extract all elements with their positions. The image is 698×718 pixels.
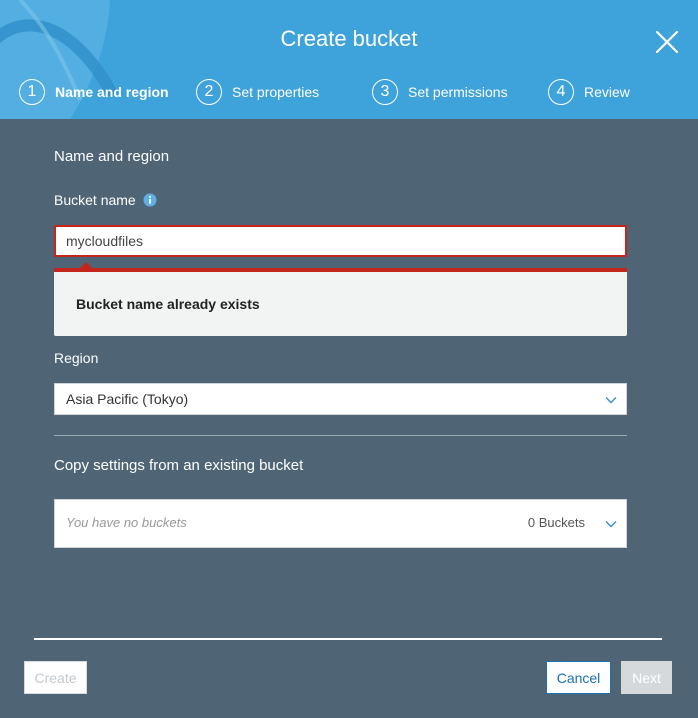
error-message: Bucket name already exists xyxy=(76,296,260,312)
region-value: Asia Pacific (Tokyo) xyxy=(66,391,189,407)
bucket-name-input[interactable] xyxy=(54,225,627,257)
wizard-steps: 1 Name and region 2 Set properties 3 Set… xyxy=(0,78,698,108)
step-label: Set properties xyxy=(232,84,320,100)
info-icon[interactable] xyxy=(143,193,157,207)
bucket-name-label-text: Bucket name xyxy=(54,192,136,208)
step-label: Name and region xyxy=(55,84,169,100)
step-number: 3 xyxy=(372,79,398,105)
dialog-header: Create bucket 1 Name and region 2 Set pr… xyxy=(0,0,698,119)
step-label: Set permissions xyxy=(408,84,508,100)
step-review[interactable]: 4 Review xyxy=(548,78,630,106)
step-set-permissions[interactable]: 3 Set permissions xyxy=(372,78,508,106)
step-set-properties[interactable]: 2 Set properties xyxy=(196,78,319,106)
create-button[interactable]: Create xyxy=(24,661,87,694)
step-name-and-region[interactable]: 1 Name and region xyxy=(19,78,169,106)
step-number: 2 xyxy=(196,79,222,105)
bucket-count: 0 Buckets xyxy=(527,515,585,530)
step-number: 4 xyxy=(548,79,574,105)
dialog-title: Create bucket xyxy=(280,26,418,51)
step-number: 1 xyxy=(19,79,45,105)
bucket-name-label: Bucket name xyxy=(54,192,157,208)
copy-settings-title: Copy settings from an existing bucket xyxy=(54,457,304,474)
copy-settings-placeholder: You have no buckets xyxy=(66,515,187,530)
chevron-down-icon xyxy=(605,396,617,404)
close-icon[interactable] xyxy=(652,27,682,57)
cancel-button[interactable]: Cancel xyxy=(546,661,611,694)
next-button[interactable]: Next xyxy=(621,661,672,694)
region-label: Region xyxy=(54,350,99,366)
chevron-down-icon xyxy=(605,520,617,528)
region-select[interactable]: Asia Pacific (Tokyo) xyxy=(54,383,627,415)
section-divider xyxy=(54,435,627,436)
error-popover: Bucket name already exists xyxy=(54,268,627,336)
footer-divider xyxy=(34,638,662,640)
section-title: Name and region xyxy=(54,148,170,165)
copy-settings-select[interactable]: You have no buckets 0 Buckets xyxy=(54,499,627,548)
step-label: Review xyxy=(584,84,630,100)
